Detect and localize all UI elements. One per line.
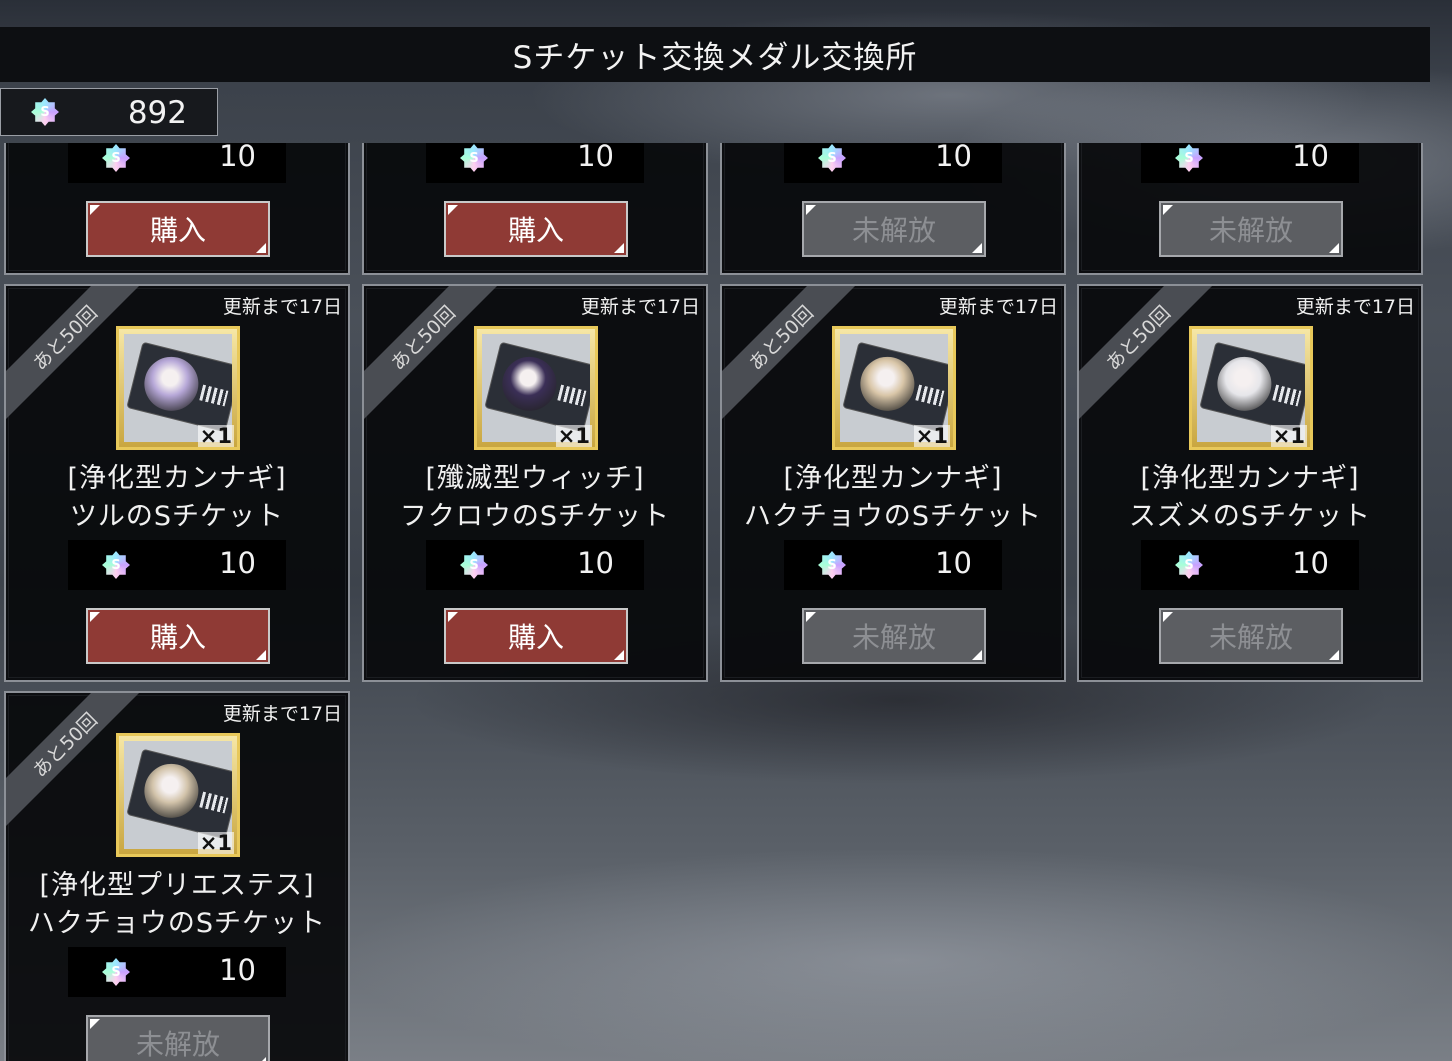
item-price-value: 10 (1292, 546, 1329, 580)
ticket-stripes (199, 384, 229, 407)
refresh-countdown: 更新まで17日 (222, 296, 342, 318)
shop-item-card: あと50回 更新まで17日 ×1 [浄化型プリエステス] ハクチョウのSチケット S 10 未… (4, 691, 350, 1061)
ticket-thumbnail[interactable]: ×1 (116, 733, 240, 857)
item-quantity: ×1 (197, 424, 234, 448)
ticket-thumbnail[interactable]: ×1 (832, 326, 956, 450)
character-portrait (1211, 351, 1278, 417)
ticket-thumbnail[interactable]: ×1 (474, 326, 598, 450)
item-price-value: 10 (577, 143, 614, 173)
buy-button[interactable]: 購入 (86, 608, 270, 664)
shop-item-card: あと50回 更新まで17日 ×1 [浄化型カンナギ] ハクチョウのSチケット S 10 未解放 (720, 284, 1066, 682)
item-category: [浄化型カンナギ] (783, 463, 1003, 494)
item-price-value: 10 (219, 546, 256, 580)
locked-button: 未解放 (802, 201, 986, 257)
s-medal-icon: S (102, 958, 130, 986)
item-price: S 10 (68, 143, 286, 183)
shop-item-list[interactable]: S 10 購入 S 10 購入 S 10 未解放 S 10 未解放 あと50回 更新まで17日 ×1 [浄化型… (0, 143, 1452, 1061)
item-price-value: 10 (935, 546, 972, 580)
locked-button: 未解放 (802, 608, 986, 664)
item-price: S 10 (68, 947, 286, 997)
item-category: [殲滅型ウィッチ] (425, 463, 645, 494)
ticket-thumbnail[interactable]: ×1 (116, 326, 240, 450)
ticket-stripes (557, 384, 587, 407)
item-quantity: ×1 (555, 424, 592, 448)
item-name: フクロウのSチケット (399, 501, 671, 532)
item-price: S 10 (426, 143, 644, 183)
ticket-image (485, 342, 590, 432)
shop-item-card: S 10 未解放 (720, 143, 1066, 275)
ticket-image (843, 342, 948, 432)
buy-button[interactable]: 購入 (86, 201, 270, 257)
s-medal-icon: S (818, 551, 846, 579)
item-name: ツルのSチケット (69, 501, 285, 532)
item-price: S 10 (784, 540, 1002, 590)
item-category: [浄化型プリエステス] (39, 870, 315, 901)
s-medal-icon: S (31, 98, 59, 126)
s-medal-icon: S (460, 551, 488, 579)
item-quantity: ×1 (1270, 424, 1307, 448)
shop-item-card: S 10 購入 (362, 143, 708, 275)
shop-item-card: あと50回 更新まで17日 ×1 [浄化型カンナギ] スズメのSチケット S 10 未解放 (1077, 284, 1423, 682)
refresh-countdown: 更新まで17日 (938, 296, 1058, 318)
refresh-countdown: 更新まで17日 (1295, 296, 1415, 318)
ticket-stripes (915, 384, 945, 407)
item-name: スズメのSチケット (1128, 501, 1372, 532)
ticket-image (127, 749, 232, 839)
s-medal-icon: S (460, 144, 488, 172)
s-medal-icon: S (1175, 144, 1203, 172)
s-medal-icon: S (818, 144, 846, 172)
character-portrait (138, 758, 205, 824)
ticket-stripes (1272, 384, 1302, 407)
item-name: ハクチョウのSチケット (743, 501, 1043, 532)
item-category: [浄化型カンナギ] (1140, 463, 1360, 494)
item-price-value: 10 (219, 143, 256, 173)
item-price: S 10 (68, 540, 286, 590)
item-category: [浄化型カンナギ] (67, 463, 287, 494)
ticket-image (1200, 342, 1305, 432)
item-price: S 10 (1141, 143, 1359, 183)
item-price: S 10 (784, 143, 1002, 183)
locked-button: 未解放 (1159, 608, 1343, 664)
item-price-value: 10 (935, 143, 972, 173)
s-medal-icon: S (102, 144, 130, 172)
locked-button: 未解放 (1159, 201, 1343, 257)
refresh-countdown: 更新まで17日 (580, 296, 700, 318)
item-quantity: ×1 (197, 831, 234, 855)
shop-item-card: S 10 未解放 (1077, 143, 1423, 275)
s-medal-icon: S (1175, 551, 1203, 579)
character-portrait (854, 351, 921, 417)
item-price-value: 10 (1292, 143, 1329, 173)
shop-item-card: あと50回 更新まで17日 ×1 [殲滅型ウィッチ] フクロウのSチケット S 10 購入 (362, 284, 708, 682)
medal-balance: S 892 (0, 88, 218, 136)
buy-button[interactable]: 購入 (444, 608, 628, 664)
item-name: ハクチョウのSチケット (27, 908, 327, 939)
item-price-value: 10 (577, 546, 614, 580)
item-price: S 10 (1141, 540, 1359, 590)
page-title: Sチケット交換メダル交換所 (0, 27, 1430, 82)
ticket-image (127, 342, 232, 432)
ticket-thumbnail[interactable]: ×1 (1189, 326, 1313, 450)
character-portrait (138, 351, 205, 417)
item-price-value: 10 (219, 953, 256, 987)
character-portrait (496, 351, 563, 417)
item-price: S 10 (426, 540, 644, 590)
medal-balance-value: 892 (127, 95, 187, 131)
ticket-stripes (199, 791, 229, 814)
s-medal-icon: S (102, 551, 130, 579)
item-quantity: ×1 (913, 424, 950, 448)
buy-button[interactable]: 購入 (444, 201, 628, 257)
shop-item-card: S 10 購入 (4, 143, 350, 275)
refresh-countdown: 更新まで17日 (222, 703, 342, 725)
shop-item-card: あと50回 更新まで17日 ×1 [浄化型カンナギ] ツルのSチケット S 10 購入 (4, 284, 350, 682)
locked-button: 未解放 (86, 1015, 270, 1061)
